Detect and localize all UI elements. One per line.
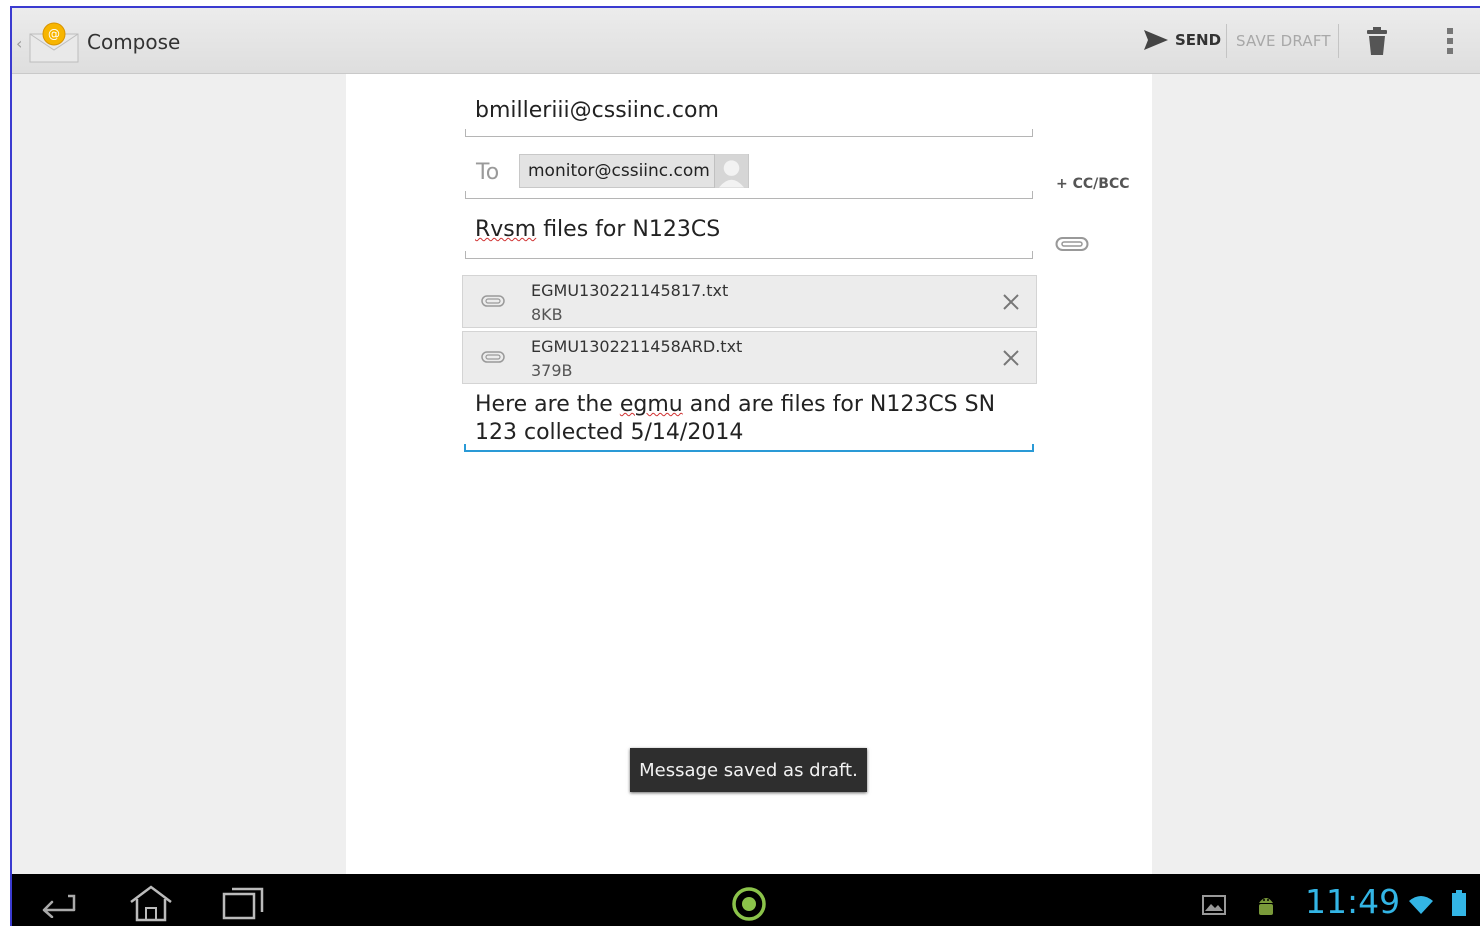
page-title: Compose: [87, 30, 181, 54]
divider: [1338, 24, 1339, 58]
subject-field[interactable]: Rvsm files for N123CS: [475, 217, 720, 242]
attachment-size: 379B: [531, 361, 573, 380]
save-draft-button[interactable]: SAVE DRAFT: [1236, 32, 1331, 50]
recipient-chip[interactable]: monitor@cssiinc.com: [519, 154, 749, 188]
trash-icon[interactable]: [1366, 26, 1388, 56]
to-label: To: [476, 160, 500, 185]
battery-icon: [1452, 890, 1466, 916]
attachment-item[interactable]: EGMU1302211458ARD.txt 379B: [462, 331, 1037, 384]
send-label: SEND: [1175, 31, 1222, 49]
attachment-name: EGMU130221145817.txt: [531, 281, 729, 300]
message-body-field[interactable]: Here are the egmu and are files for N123…: [475, 391, 1035, 447]
paperclip-icon: [481, 351, 505, 363]
subject-rest: files for N123CS: [536, 217, 721, 242]
recipient-chip-text: monitor@cssiinc.com: [528, 161, 710, 181]
attach-icon[interactable]: [1055, 236, 1089, 252]
cc-bcc-button[interactable]: + CC/BCC: [1056, 176, 1130, 192]
status-clock: 11:49: [1305, 882, 1401, 921]
up-chevron-icon[interactable]: ‹: [16, 34, 22, 53]
overflow-menu-icon[interactable]: [1446, 27, 1454, 55]
attachment-name: EGMU1302211458ARD.txt: [531, 337, 743, 356]
send-icon: [1144, 30, 1168, 50]
email-app-icon[interactable]: @: [28, 22, 80, 64]
attachment-item[interactable]: EGMU130221145817.txt 8KB: [462, 275, 1037, 328]
toast-message: Message saved as draft.: [630, 748, 867, 792]
from-underline: [465, 129, 1033, 137]
divider: [1226, 24, 1227, 58]
contact-avatar-icon: [714, 154, 748, 188]
center-button-icon[interactable]: [731, 886, 767, 922]
subject-underline: [465, 251, 1033, 259]
remove-attachment-icon[interactable]: [1001, 292, 1021, 312]
svg-text:@: @: [48, 27, 60, 41]
body-text-part: Here are the: [475, 392, 620, 417]
body-focus-underline: [464, 444, 1034, 452]
body-misspelled-word: egmu: [619, 392, 683, 417]
from-field[interactable]: bmilleriii@cssiinc.com: [475, 98, 719, 123]
back-icon[interactable]: [38, 888, 78, 918]
remove-attachment-icon[interactable]: [1001, 348, 1021, 368]
recent-apps-icon[interactable]: [222, 886, 264, 920]
gallery-notification-icon[interactable]: [1202, 895, 1226, 915]
paperclip-icon: [481, 295, 505, 307]
android-debug-icon[interactable]: [1255, 891, 1277, 919]
home-icon[interactable]: [128, 884, 174, 922]
wifi-icon: [1409, 896, 1433, 914]
subject-misspelled-word: Rvsm: [475, 217, 537, 242]
to-underline: [465, 191, 1033, 199]
attachment-size: 8KB: [531, 305, 563, 324]
send-button[interactable]: SEND: [1143, 26, 1221, 54]
